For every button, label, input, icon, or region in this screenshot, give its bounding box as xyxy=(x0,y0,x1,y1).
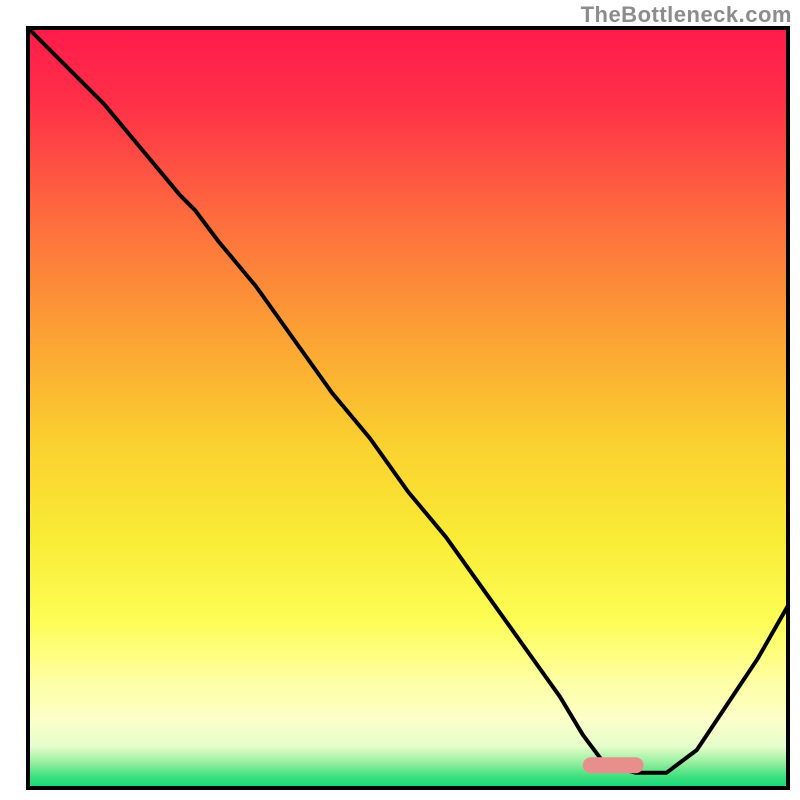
bottleneck-marker xyxy=(583,757,644,773)
gradient-chart xyxy=(0,0,800,800)
attribution-label: TheBottleneck.com xyxy=(581,2,792,28)
plot-background xyxy=(28,28,788,788)
chart-wrapper: TheBottleneck.com xyxy=(0,0,800,800)
